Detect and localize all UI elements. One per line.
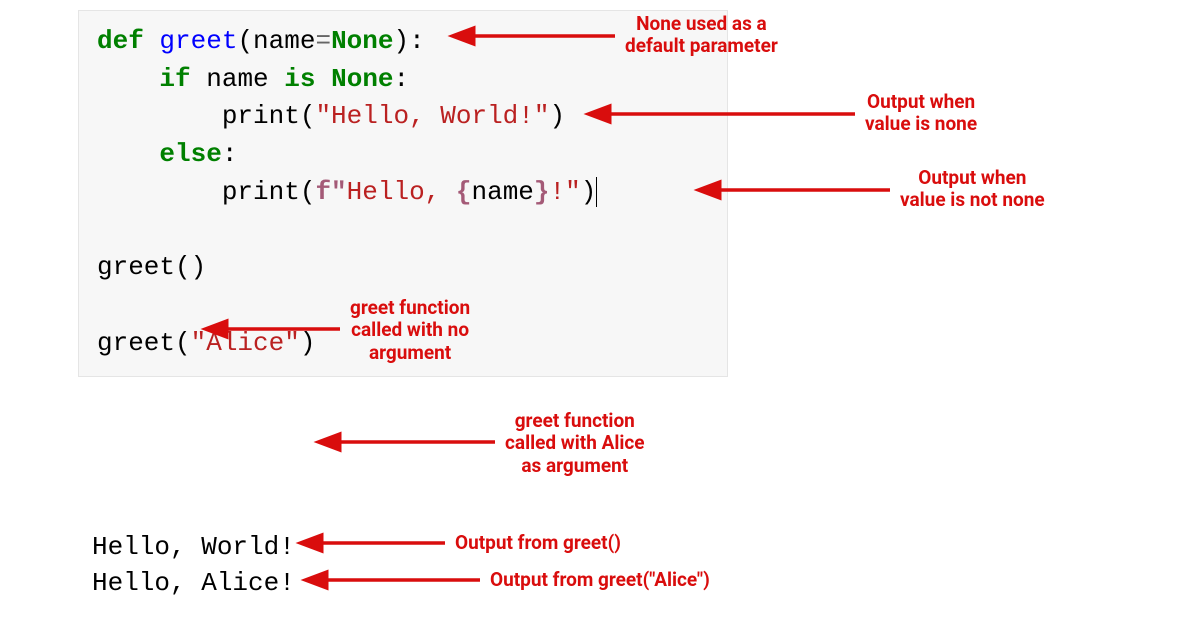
annotation-output-not-none: Output when value is not none	[900, 167, 1045, 212]
annotation-output-greet: Output from greet()	[455, 532, 621, 554]
annotation-output-alice: Output from greet("Alice")	[490, 569, 710, 591]
annotation-output-none: Output when value is none	[865, 91, 977, 136]
annotation-call-noarg: greet function called with no argument	[350, 297, 470, 364]
annotation-call-alice: greet function called with Alice as argu…	[505, 410, 645, 477]
annotation-default-param: None used as a default parameter	[625, 13, 778, 58]
